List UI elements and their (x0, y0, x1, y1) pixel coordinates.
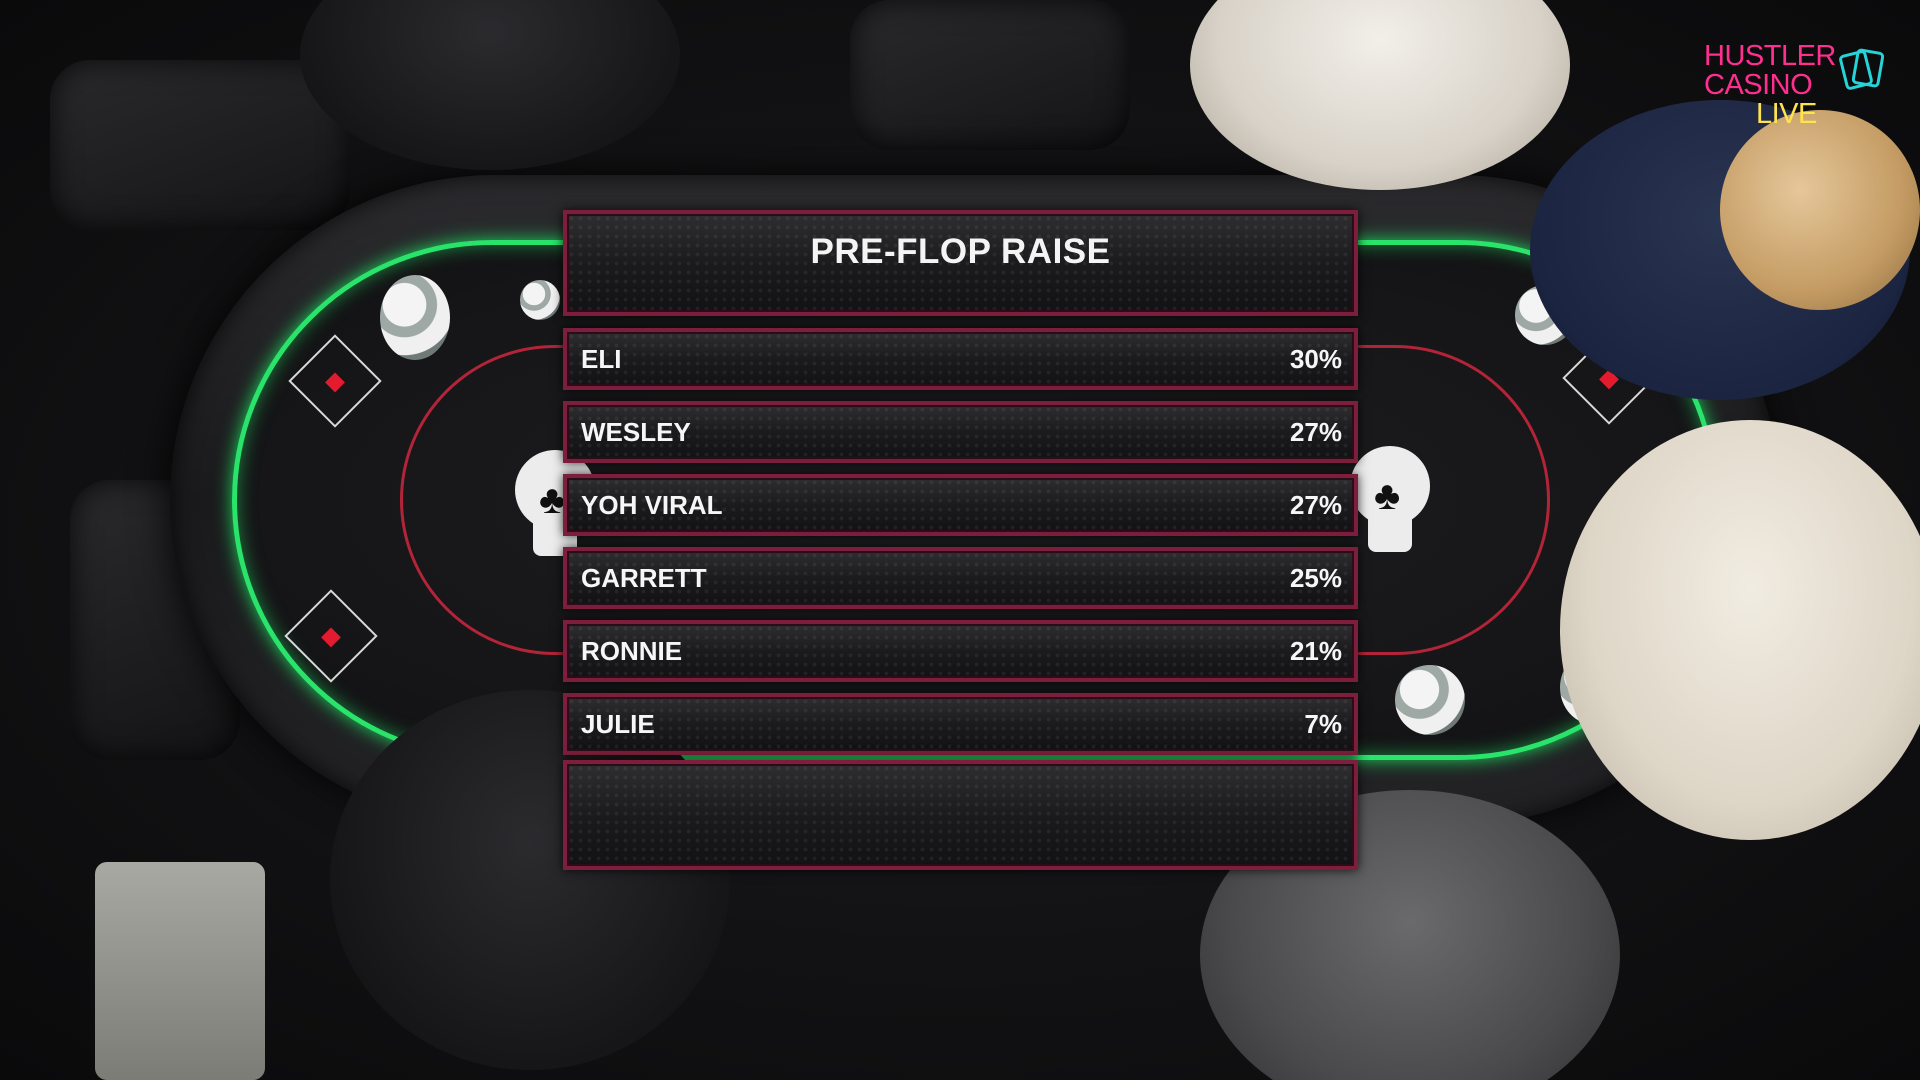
player-name: YOH VIRAL (581, 489, 723, 520)
player-percentage: 27% (1289, 416, 1342, 447)
player-percentage: 7% (1304, 708, 1342, 739)
player-stat-row: RONNIE 21% (563, 620, 1358, 682)
player-percentage: 21% (1289, 635, 1342, 666)
skull-logo-icon: ♣ (1350, 446, 1430, 556)
player-stat-row: YOH VIRAL 27% (563, 474, 1358, 536)
overlay-title-box: PRE-FLOP RAISE (563, 210, 1358, 316)
player-percentage: 25% (1289, 562, 1342, 593)
player-stat-row: ELI 30% (563, 328, 1358, 390)
player-stat-row: JULIE 7% (563, 693, 1358, 755)
player-stat-row: WESLEY 27% (563, 401, 1358, 463)
player-name: WESLEY (581, 416, 691, 447)
chip-stack (380, 275, 450, 360)
chip-stack (1395, 665, 1465, 735)
player-name: GARRETT (581, 562, 707, 593)
chip-stack (520, 280, 560, 320)
player-percentage: 30% (1289, 343, 1342, 374)
player (300, 0, 680, 170)
overlay-title: PRE-FLOP RAISE (810, 232, 1111, 271)
player-name: ELI (581, 343, 622, 374)
player-name: JULIE (581, 708, 655, 739)
player-stat-row: GARRETT 25% (563, 547, 1358, 609)
side-table (95, 862, 265, 1080)
overlay-footer-box (563, 760, 1358, 870)
hustler-casino-live-logo: HUSTLER CASINO LIVE (1704, 42, 1885, 142)
chair (50, 60, 350, 230)
player-percentage: 27% (1289, 489, 1342, 520)
player-name: RONNIE (581, 635, 683, 666)
player (1190, 0, 1570, 190)
playing-cards-icon (1838, 47, 1885, 92)
chair (850, 0, 1130, 150)
player (1560, 420, 1920, 840)
logo-text: LIVE (1756, 98, 1817, 130)
preflop-raise-overlay: PRE-FLOP RAISE ELI 30% WESLEY 27% YOH VI… (563, 210, 1358, 870)
